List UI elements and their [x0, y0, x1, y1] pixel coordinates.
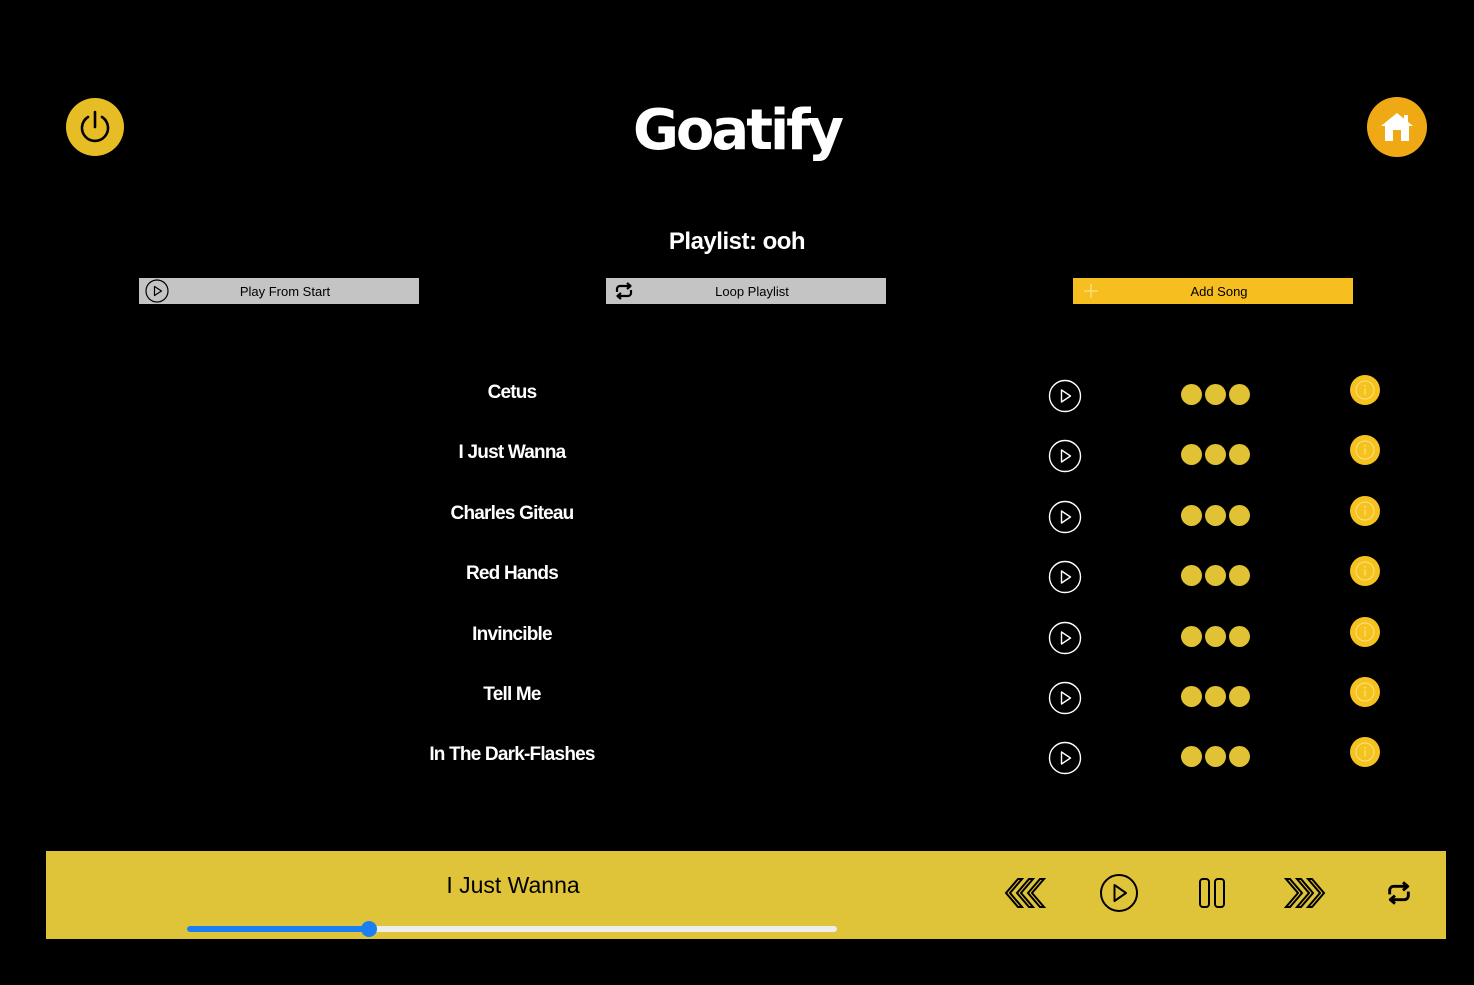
song-more-button[interactable]	[1181, 384, 1253, 406]
song-play-button[interactable]	[1048, 741, 1082, 775]
song-info-button[interactable]	[1350, 495, 1380, 526]
loop-playlist-button[interactable]: Loop Playlist	[606, 278, 886, 304]
pause-icon	[1199, 878, 1225, 908]
song-more-button[interactable]	[1181, 565, 1253, 587]
more-dot-icon	[1181, 746, 1202, 768]
more-dot-icon	[1229, 746, 1250, 768]
more-dot-icon	[1205, 565, 1226, 587]
more-dot-icon	[1205, 686, 1226, 707]
now-playing-title: I Just Wanna	[446, 872, 580, 898]
repeat-button[interactable]	[1376, 873, 1422, 913]
song-title: Red Hands	[465, 563, 559, 585]
song-row: Charles Giteau	[0, 495, 1474, 539]
more-dot-icon	[1229, 384, 1250, 405]
add-song-label: Add Song	[1190, 283, 1248, 299]
info-icon	[1355, 380, 1375, 400]
info-icon	[1355, 622, 1375, 642]
plus-icon	[1084, 284, 1098, 298]
song-title: Invincible	[472, 623, 552, 645]
play-from-start-label: Play From Start	[239, 283, 331, 299]
song-row: Cetus	[0, 374, 1474, 418]
progress-slider[interactable]	[187, 921, 837, 937]
rewind-icon	[1004, 878, 1047, 908]
info-icon	[1355, 501, 1375, 521]
song-info-button[interactable]	[1350, 677, 1380, 707]
fast-forward-icon	[1283, 878, 1326, 908]
info-icon	[1355, 742, 1375, 762]
playlist-title: Playlist: ooh	[668, 228, 806, 255]
more-dot-icon	[1205, 504, 1226, 526]
song-play-button[interactable]	[1048, 379, 1082, 413]
song-play-button[interactable]	[1048, 560, 1082, 594]
play-circle-icon	[1048, 560, 1082, 594]
more-dot-icon	[1229, 686, 1250, 707]
progress-fill	[187, 926, 369, 932]
more-dot-icon	[1181, 625, 1202, 647]
song-info-button[interactable]	[1350, 435, 1380, 466]
more-dot-icon	[1181, 444, 1202, 466]
loop-playlist-label: Loop Playlist	[715, 283, 789, 299]
more-dot-icon	[1229, 565, 1250, 587]
goatify-page: Goatify Playlist: ooh Play From Start Lo…	[0, 0, 1474, 985]
more-dot-icon	[1181, 384, 1202, 405]
song-info-button[interactable]	[1350, 616, 1380, 647]
repeat-icon	[615, 282, 633, 300]
more-dot-icon	[1181, 504, 1202, 526]
play-circle-icon	[1048, 379, 1082, 413]
song-title: In The Dark-Flashes	[429, 744, 595, 766]
more-dot-icon	[1205, 746, 1226, 768]
more-dot-icon	[1181, 686, 1202, 707]
home-icon	[1381, 113, 1413, 141]
song-row: Red Hands	[0, 555, 1474, 599]
progress-thumb[interactable]	[361, 921, 377, 937]
more-dot-icon	[1229, 444, 1250, 466]
more-dot-icon	[1205, 625, 1226, 647]
song-play-button[interactable]	[1048, 500, 1082, 534]
song-title: Charles Giteau	[450, 502, 575, 524]
player-bar: I Just Wanna	[46, 851, 1446, 939]
song-title: Cetus	[487, 382, 538, 403]
song-more-button[interactable]	[1181, 625, 1253, 648]
more-dot-icon	[1205, 444, 1226, 466]
song-play-button[interactable]	[1048, 439, 1082, 473]
info-icon	[1355, 440, 1375, 460]
play-circle-icon	[1048, 500, 1082, 533]
more-dot-icon	[1181, 565, 1202, 587]
repeat-icon	[1388, 881, 1410, 905]
info-icon	[1355, 682, 1375, 702]
more-dot-icon	[1229, 625, 1250, 647]
song-title: I Just Wanna	[458, 442, 567, 464]
home-button[interactable]	[1367, 97, 1427, 157]
play-circle-icon	[1048, 621, 1082, 654]
add-song-button[interactable]: Add Song	[1073, 278, 1353, 304]
play-circle-icon	[145, 279, 169, 303]
play-from-start-button[interactable]: Play From Start	[139, 278, 419, 304]
rewind-button[interactable]	[1002, 873, 1048, 913]
song-more-button[interactable]	[1181, 444, 1253, 466]
song-info-button[interactable]	[1350, 556, 1380, 587]
play-circle-icon	[1048, 681, 1082, 715]
song-row: I Just Wanna	[0, 434, 1474, 478]
fast-forward-button[interactable]	[1282, 873, 1328, 913]
song-more-button[interactable]	[1181, 686, 1253, 708]
song-info-button[interactable]	[1350, 737, 1380, 768]
play-circle-icon	[1100, 874, 1138, 912]
song-row: Invincible	[0, 616, 1474, 660]
song-more-button[interactable]	[1181, 746, 1253, 768]
song-title: Tell Me	[483, 684, 541, 705]
more-dot-icon	[1229, 504, 1250, 526]
song-more-button[interactable]	[1181, 504, 1253, 527]
song-info-button[interactable]	[1350, 375, 1380, 405]
song-play-button[interactable]	[1048, 621, 1082, 655]
pause-button[interactable]	[1189, 873, 1235, 913]
app-logo: Goatify	[632, 98, 844, 163]
more-dot-icon	[1205, 384, 1226, 405]
play-circle-icon	[1048, 742, 1082, 775]
info-icon	[1355, 561, 1375, 581]
song-row: Tell Me	[0, 676, 1474, 720]
song-row: In The Dark-Flashes	[0, 736, 1474, 780]
play-circle-icon	[1048, 440, 1082, 473]
play-button[interactable]	[1096, 873, 1142, 913]
song-play-button[interactable]	[1048, 681, 1082, 715]
